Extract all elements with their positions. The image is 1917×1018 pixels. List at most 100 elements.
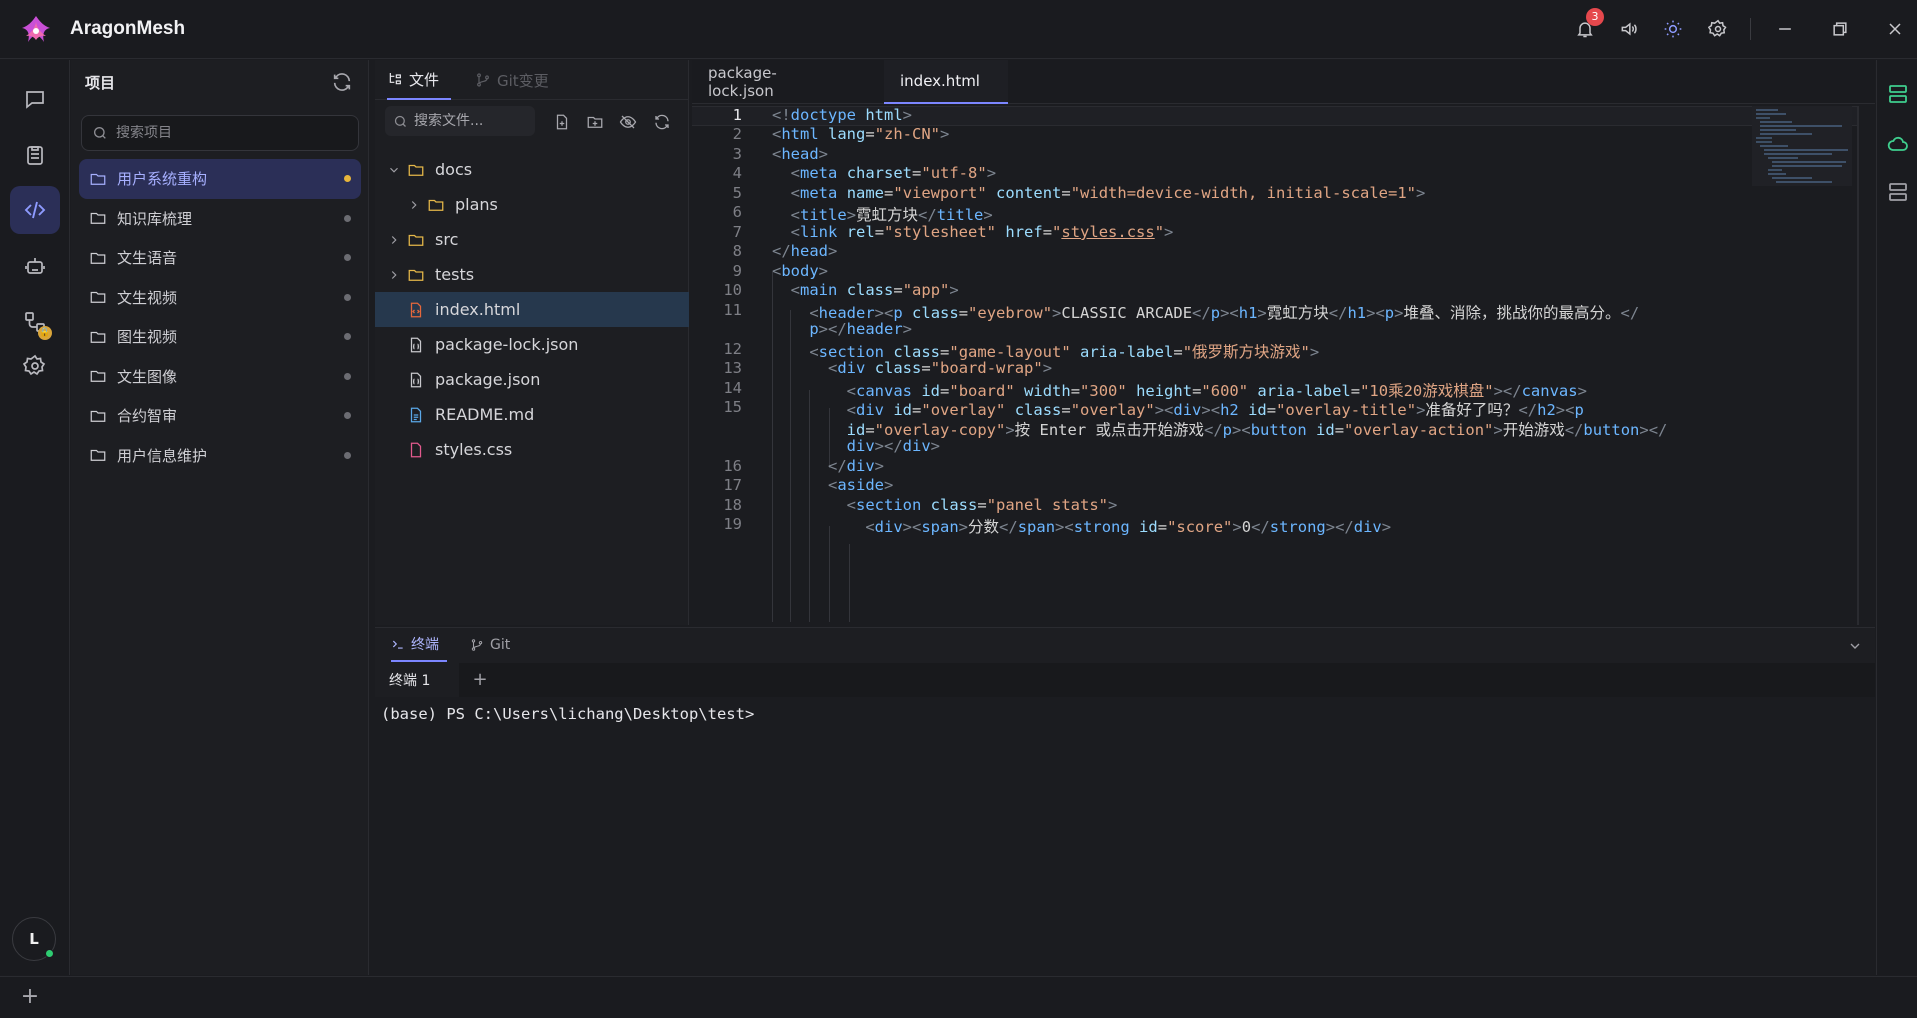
chevron-right-icon <box>391 235 397 244</box>
sound-button[interactable] <box>1614 14 1644 44</box>
folder-icon <box>90 252 106 264</box>
settings-button[interactable] <box>1703 14 1733 44</box>
tree-file[interactable]: package-lock.json <box>375 327 689 362</box>
project-item[interactable]: 合约智审 <box>79 396 361 436</box>
tab-git-changes[interactable]: Git变更 <box>475 60 549 100</box>
tab-git[interactable]: Git <box>470 628 510 662</box>
close-button[interactable] <box>1880 14 1910 44</box>
titlebar-divider <box>1750 18 1751 40</box>
html-file-icon <box>410 302 422 317</box>
user-avatar[interactable]: L <box>12 917 56 961</box>
tab-terminal[interactable]: 终端 <box>391 628 447 662</box>
tree-file[interactable]: README.md <box>375 397 689 432</box>
tree-folder[interactable]: src <box>375 222 689 257</box>
project-item[interactable]: 用户系统重构 <box>79 159 361 199</box>
code-line: <title>霓虹方块</title> <box>790 206 993 224</box>
close-icon <box>1889 23 1901 35</box>
code-line: <!doctype html> <box>772 106 913 124</box>
tree-folder[interactable]: docs <box>375 152 689 187</box>
restore-button[interactable] <box>1825 14 1855 44</box>
theme-toggle-button[interactable] <box>1658 14 1688 44</box>
terminal-session-tab[interactable]: 终端 1 <box>375 663 459 697</box>
new-file-icon <box>556 114 568 130</box>
tab-files[interactable]: 文件 <box>387 60 452 100</box>
tree-item-label: docs <box>435 160 473 179</box>
code-minimap[interactable] <box>1752 106 1852 186</box>
project-item-label: 合约智审 <box>117 407 178 426</box>
line-number: 5 <box>732 184 742 202</box>
git-branch-icon <box>477 73 489 87</box>
terminal-session-label: 终端 1 <box>389 673 431 689</box>
tree-file[interactable]: styles.css <box>375 432 689 467</box>
aragonmesh-logo-icon <box>22 16 50 42</box>
code-line: <head> <box>772 145 829 163</box>
line-number: 7 <box>732 223 742 241</box>
code-line: </head> <box>772 242 838 260</box>
tree-item-label: package.json <box>435 370 541 389</box>
tree-file[interactable]: package.json <box>375 362 689 397</box>
line-number: 16 <box>723 457 742 475</box>
rail-chat[interactable] <box>10 75 60 123</box>
minimize-button[interactable] <box>1770 14 1800 44</box>
rail-code[interactable] <box>10 186 60 234</box>
project-item[interactable]: 文生图像 <box>79 357 361 397</box>
right-rail <box>1876 60 1917 975</box>
folder-icon <box>90 292 106 304</box>
server-panel-icon[interactable] <box>1886 180 1910 204</box>
refresh-projects-icon[interactable] <box>331 71 353 93</box>
project-item[interactable]: 文生语音 <box>79 238 361 278</box>
rail-workflow[interactable]: 🔒 <box>10 298 60 346</box>
projects-panel: 项目 用户系统重构知识库梳理文生语音文生视频图生视频文生图像合约智审用户信息维护 <box>71 60 369 975</box>
refresh-files-button[interactable] <box>651 111 673 133</box>
code-line: <link rel="stylesheet" href="styles.css"… <box>790 223 1174 241</box>
tree-item-label: README.md <box>435 405 535 424</box>
gear-icon <box>1708 19 1727 37</box>
code-line: <body> <box>772 262 829 280</box>
line-number: 3 <box>732 145 742 163</box>
terminal-prompt: (base) PS C:\Users\lichang\Desktop\test> <box>381 705 755 723</box>
project-item[interactable]: 用户信息维护 <box>79 436 361 476</box>
editor-scrollbar[interactable] <box>1857 106 1859 625</box>
chevron-right-icon <box>391 270 397 279</box>
left-rail: 🔒 L <box>0 60 70 975</box>
tree-folder[interactable]: tests <box>375 257 689 292</box>
chat-icon <box>26 91 44 109</box>
project-item[interactable]: 知识库梳理 <box>79 199 361 239</box>
line-number: 8 <box>732 242 742 260</box>
rail-settings[interactable] <box>10 342 60 390</box>
terminal-output[interactable]: (base) PS C:\Users\lichang\Desktop\test> <box>375 697 1875 976</box>
project-status-dot <box>344 372 351 380</box>
speaker-icon <box>1621 22 1637 36</box>
robot-icon <box>25 258 45 274</box>
project-item[interactable]: 图生视频 <box>79 317 361 357</box>
terminal-panel: 终端 Git 终端 1 + (base) PS C:\Users\lichang… <box>375 627 1875 976</box>
rail-tasks[interactable] <box>10 131 60 179</box>
editor-tab-index-html[interactable]: index.html <box>884 60 1008 104</box>
rail-agents[interactable] <box>10 242 60 290</box>
online-status-dot <box>45 949 54 958</box>
avatar-initial: L <box>29 930 39 948</box>
new-folder-button[interactable] <box>584 111 606 133</box>
database-panel-icon[interactable] <box>1886 82 1910 106</box>
new-file-button[interactable] <box>551 111 573 133</box>
line-number: 18 <box>723 496 742 514</box>
file-search-input[interactable] <box>414 113 524 129</box>
project-item-label: 文生视频 <box>117 288 178 307</box>
refresh-icon <box>655 114 669 130</box>
project-item[interactable]: 文生视频 <box>79 278 361 318</box>
chevron-down-icon[interactable] <box>1847 638 1863 654</box>
code-area[interactable]: 1 2 3 4 5 6 7 8 9 10 11 12 13 14 15 16 17 18 19 <!doctype … <box>692 106 1857 625</box>
add-button[interactable]: + <box>18 985 42 1009</box>
toggle-hidden-button[interactable] <box>617 111 639 133</box>
notifications-button[interactable]: 3 <box>1570 8 1604 44</box>
tree-file[interactable]: index.html <box>375 292 689 327</box>
add-terminal-button[interactable]: + <box>469 669 491 691</box>
editor-tab-package-lock[interactable]: package-lock.json <box>692 60 842 104</box>
project-status-dot <box>344 214 351 222</box>
project-search-input[interactable] <box>116 125 336 141</box>
tree-folder[interactable]: plans <box>375 187 689 222</box>
tab-terminal-label: 终端 <box>411 637 439 653</box>
code-line: <div class="board-wrap"> <box>828 359 1053 377</box>
json-file-icon <box>410 372 422 387</box>
cloud-panel-icon[interactable] <box>1886 132 1910 156</box>
